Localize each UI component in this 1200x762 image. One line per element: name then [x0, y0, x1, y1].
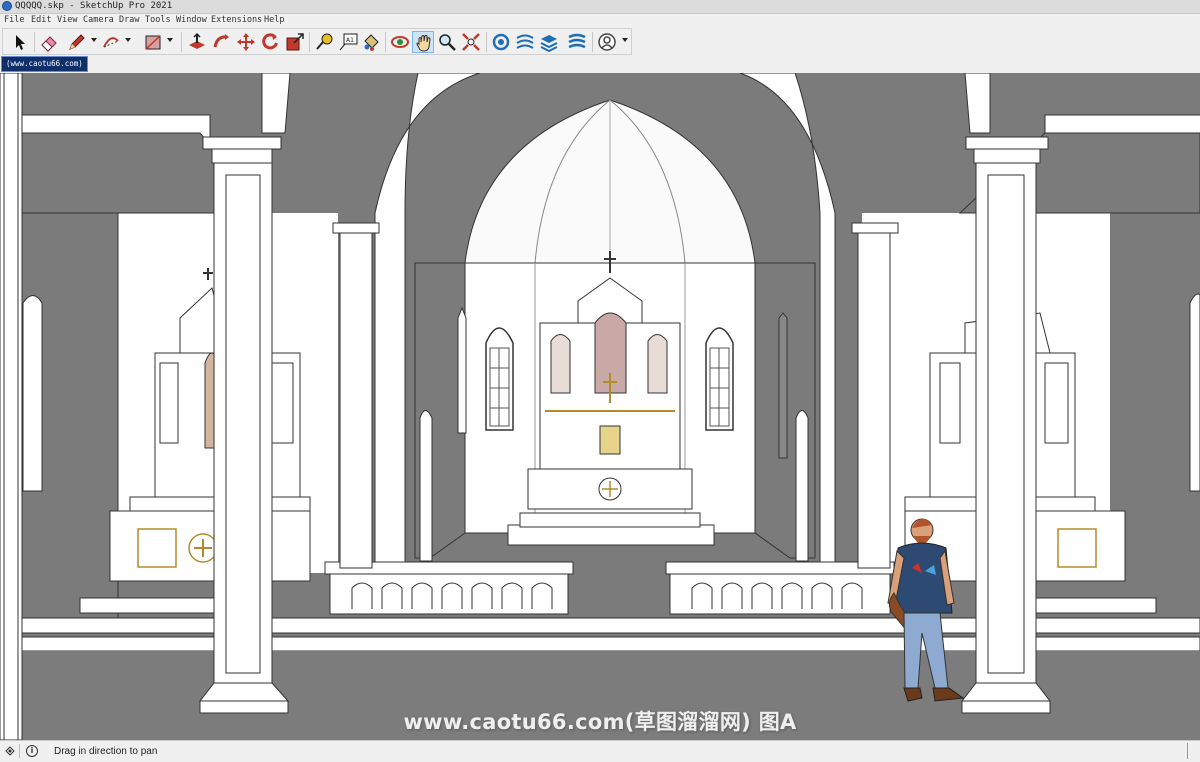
menu-view[interactable]: View: [57, 14, 77, 27]
account-button[interactable]: [596, 31, 618, 53]
menu-window[interactable]: Window: [176, 14, 207, 27]
info-icon[interactable]: i: [26, 745, 38, 757]
menu-help[interactable]: Help: [264, 14, 284, 27]
window-title: QQQQQ.skp - SketchUp Pro 2021: [15, 1, 173, 11]
watermark-text: www.caotu66.com(草图溜溜网) 图A: [403, 710, 797, 734]
scale-icon: [286, 33, 304, 51]
arc-icon: [103, 37, 119, 48]
orbit-icon: [391, 36, 409, 48]
select-tool-button[interactable]: [8, 31, 30, 53]
extension-manager-button[interactable]: [566, 31, 588, 53]
menu-tools[interactable]: Tools: [145, 14, 171, 27]
follow-me-icon: [213, 34, 229, 48]
pencil-icon: [69, 34, 85, 50]
extension-warehouse-icon: [516, 34, 534, 49]
zoom-tool-button[interactable]: [436, 31, 458, 53]
zoom-extents-icon: [462, 33, 480, 51]
paint-bucket-tool-button[interactable]: [360, 31, 382, 53]
menu-file[interactable]: File: [4, 14, 24, 27]
line-tool-dropdown-icon[interactable]: [91, 38, 97, 42]
paint-bucket-icon: [364, 34, 379, 51]
eraser-tool-button[interactable]: [38, 31, 60, 53]
shape-tool-button[interactable]: [142, 31, 164, 53]
text-tool-button[interactable]: A1: [337, 31, 359, 53]
sketchup-app-icon: [2, 1, 12, 11]
user-account-icon: [598, 33, 616, 51]
rotate-tool-button[interactable]: [259, 31, 281, 53]
arc-tool-dropdown-icon[interactable]: [125, 38, 131, 42]
church-interior-model: [0, 73, 1200, 740]
follow-me-tool-button[interactable]: [211, 31, 233, 53]
orbit-tool-button[interactable]: [389, 31, 411, 53]
scene-tabs: (www.caotu66.com): [0, 56, 1200, 72]
status-bar: i Drag in direction to pan: [0, 740, 1200, 762]
pan-tool-button[interactable]: [412, 31, 434, 53]
status-text: Drag in direction to pan: [54, 746, 158, 757]
eraser-icon: [41, 36, 57, 52]
zoom-extents-tool-button[interactable]: [460, 31, 482, 53]
rotate-icon: [262, 33, 278, 50]
push-pull-tool-button[interactable]: [186, 31, 208, 53]
text-icon: A1: [339, 33, 358, 51]
model-viewport[interactable]: [0, 73, 1200, 740]
line-tool-button[interactable]: [65, 31, 87, 53]
magnifier-icon: [439, 34, 456, 51]
main-toolbar: A1: [2, 28, 632, 55]
menu-bar: File Edit View Camera Draw Tools Window …: [0, 14, 1200, 27]
title-bar: QQQQQ.skp - SketchUp Pro 2021: [0, 0, 1200, 14]
shape-tool-dropdown-icon[interactable]: [167, 38, 173, 42]
arrow-cursor-icon: [16, 35, 25, 50]
hand-icon: [416, 35, 431, 52]
measurements-box[interactable]: [1187, 743, 1200, 759]
tape-measure-icon: [316, 33, 333, 50]
tape-measure-tool-button[interactable]: [313, 31, 335, 53]
menu-camera[interactable]: Camera: [83, 14, 114, 27]
rectangle-icon: [145, 35, 161, 50]
menu-draw[interactable]: Draw: [119, 14, 139, 27]
scene-tab[interactable]: (www.caotu66.com): [1, 56, 88, 72]
menu-edit[interactable]: Edit: [31, 14, 51, 27]
3d-warehouse-icon: [492, 33, 510, 51]
geo-location-icon[interactable]: [5, 746, 15, 756]
warehouse-button[interactable]: [490, 31, 512, 53]
layout-button[interactable]: [538, 31, 560, 53]
layers-icon: [540, 35, 558, 53]
extension-manager-icon: [568, 33, 586, 49]
scale-tool-button[interactable]: [284, 31, 306, 53]
account-dropdown-icon[interactable]: [622, 38, 628, 42]
push-pull-icon: [189, 32, 205, 49]
move-icon: [237, 33, 255, 51]
menu-extensions[interactable]: Extensions: [211, 14, 262, 27]
arc-tool-button[interactable]: [100, 31, 122, 53]
move-tool-button[interactable]: [235, 31, 257, 53]
extension-warehouse-button[interactable]: [514, 31, 536, 53]
svg-text:A1: A1: [346, 37, 354, 44]
